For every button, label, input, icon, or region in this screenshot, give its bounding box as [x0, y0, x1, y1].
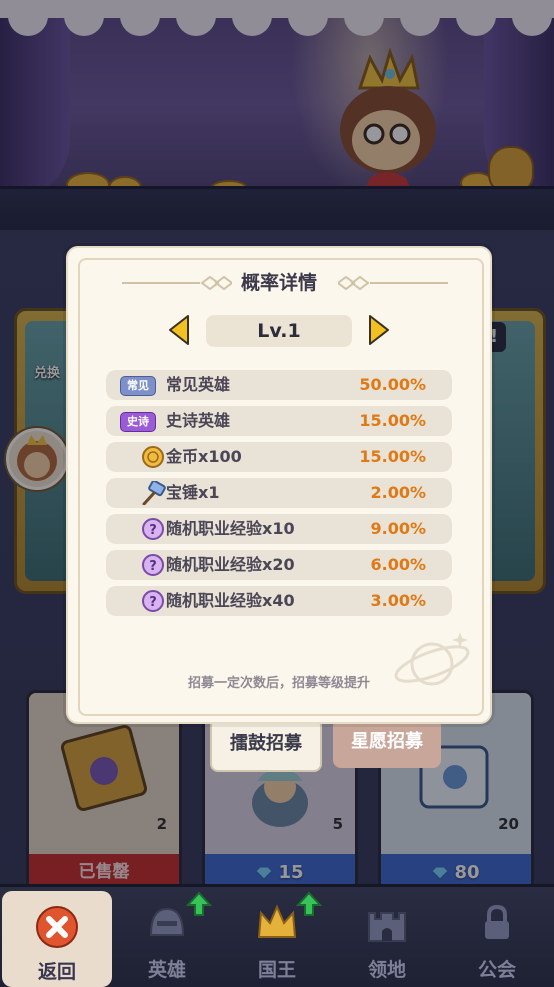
nav-label: 国王	[257, 959, 296, 981]
mystery-orb-icon: ?	[142, 554, 164, 576]
item-probability: 15.00%	[359, 411, 426, 430]
item-name: 随机职业经验x10	[166, 519, 295, 538]
close-icon	[36, 906, 78, 948]
item-probability: 3.00%	[370, 591, 426, 610]
probability-dialog: 概率详情 Lv.1 常见 常见英雄 50.00% 史诗 史诗英雄 15.00%	[66, 246, 492, 724]
list-item: ? 随机职业经验x20 6.00%	[106, 550, 452, 580]
upgrade-arrow-icon	[296, 891, 322, 916]
level-label: Lv.1	[206, 315, 352, 347]
ornament-right	[338, 275, 448, 291]
item-probability: 9.00%	[370, 519, 426, 538]
level-prev-button[interactable]	[168, 314, 190, 346]
tab-star-recruit[interactable]: 星愿招募	[333, 718, 441, 768]
list-item: 常见 常见英雄 50.00%	[106, 370, 452, 400]
nav-label: 英雄	[147, 959, 186, 981]
mystery-orb-icon: ?	[142, 590, 164, 612]
badge-text: 史诗	[120, 412, 156, 432]
nav-hero[interactable]: 英雄	[112, 887, 222, 987]
castle-icon	[368, 912, 406, 942]
list-item: ? 随机职业经验x10 9.00%	[106, 514, 452, 544]
nav-label: 返回	[37, 961, 76, 983]
nav-king[interactable]: 国王	[222, 887, 332, 987]
crown-icon	[257, 904, 297, 938]
item-name: 常见英雄	[166, 375, 231, 394]
tab-drum-recruit[interactable]: 擂鼓招募	[210, 718, 322, 772]
common-badge-icon: 常见	[120, 373, 166, 397]
bottom-nav: 返回 英雄 国王 领地 公会	[0, 884, 554, 987]
svg-text:?: ?	[149, 595, 157, 610]
svg-text:?: ?	[149, 559, 157, 574]
item-probability: 50.00%	[359, 375, 426, 394]
item-probability: 15.00%	[359, 447, 426, 466]
item-name: 随机职业经验x40	[166, 591, 295, 610]
list-item: 宝锤x1 2.00%	[106, 478, 452, 508]
list-item: 史诗 史诗英雄 15.00%	[106, 406, 452, 436]
helmet-icon	[149, 907, 185, 936]
mystery-orb-icon: ?	[142, 518, 164, 540]
item-name: 金币x100	[166, 447, 242, 466]
nav-back[interactable]: 返回	[2, 891, 112, 987]
item-name: 史诗英雄	[166, 411, 231, 430]
upgrade-arrow-icon	[186, 891, 212, 916]
lock-icon	[485, 904, 509, 939]
item-probability: 2.00%	[370, 483, 426, 502]
epic-badge-icon: 史诗	[120, 409, 166, 433]
nav-label: 公会	[477, 959, 516, 981]
svg-text:?: ?	[149, 523, 157, 538]
item-name: 宝锤x1	[166, 483, 220, 502]
list-item: ? 随机职业经验x40 3.00%	[106, 586, 452, 616]
list-item: 金币x100 15.00%	[106, 442, 452, 472]
level-next-button[interactable]	[368, 314, 390, 346]
dialog-footnote: 招募一定次数后，招募等级提升	[187, 676, 370, 691]
probability-list: 常见 常见英雄 50.00% 史诗 史诗英雄 15.00% 金币x100 15.…	[106, 370, 452, 622]
badge-text: 常见	[120, 376, 156, 396]
nav-territory[interactable]: 领地	[332, 887, 442, 987]
coin-icon	[142, 446, 164, 468]
item-probability: 6.00%	[370, 555, 426, 574]
hammer-icon	[142, 481, 166, 505]
nav-label: 领地	[367, 959, 406, 981]
item-name: 随机职业经验x20	[166, 555, 295, 574]
nav-guild[interactable]: 公会	[442, 887, 552, 987]
